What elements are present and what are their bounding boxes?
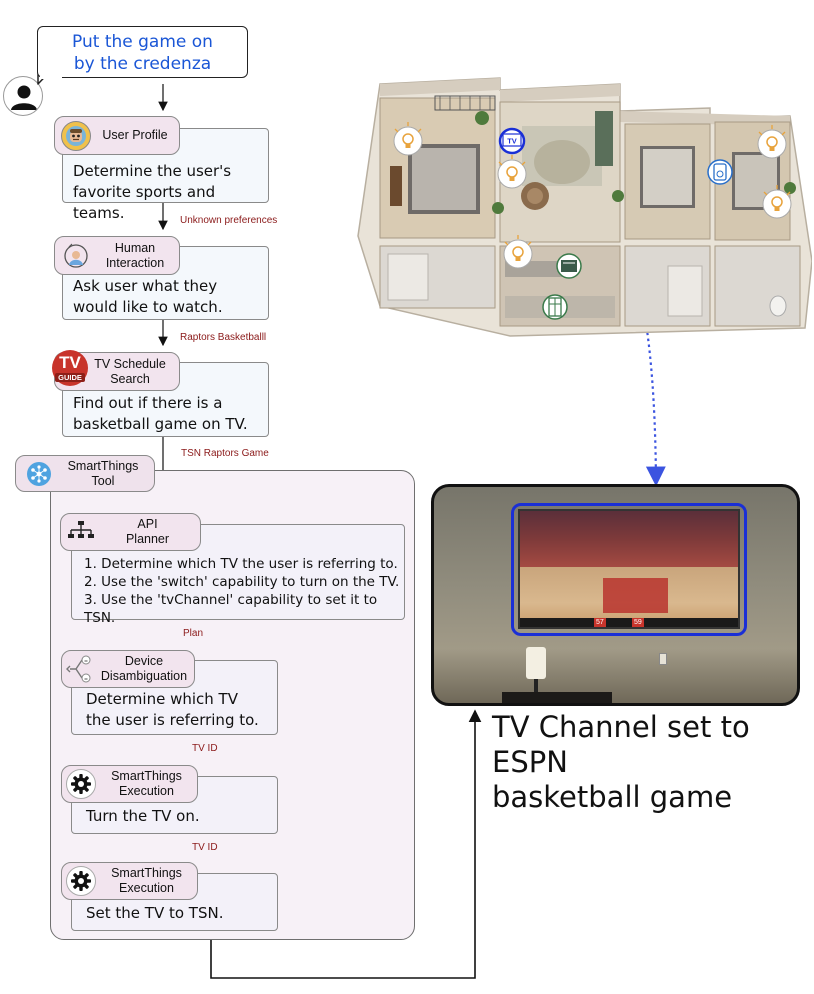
tv-schedule-label-1: TV Schedule [94,356,166,371]
wall-outlet [659,653,667,665]
edge-label-unknown-preferences: Unknown preferences [180,215,278,226]
human-interaction-icon [61,241,91,271]
execution-1-tool-pill: SmartThings Execution [61,765,198,803]
execution-2-description: Set the TV to TSN. [86,904,224,922]
human-interaction-label-2: Interaction [105,255,165,270]
execution-1-label-2: Execution [119,784,174,798]
lamp-base [534,679,538,693]
tv-guide-logo: TV GUIDE [52,350,88,386]
execution-2-tool-pill: SmartThings Execution [61,862,198,900]
human-interaction-description: Ask user what they would like to watch. [73,277,223,316]
execution-1-description: Turn the TV on. [86,807,200,825]
oven-icon [556,253,582,279]
result-caption: TV Channel set to ESPN basketball game [492,710,812,815]
tv-schedule-description: Find out if there is a basketball game o… [73,394,248,433]
plan-step: 3. Use the 'tvChannel' capability to set… [84,592,378,626]
api-planner-tool-pill: API Planner [60,513,201,551]
apartment-floorplan: TV [357,77,812,337]
smartthings-tool-label-1: SmartThings [67,458,139,473]
user-profile-tool-pill: User Profile [54,116,180,155]
execution-2-label-2: Execution [119,881,174,895]
api-planner-plan-list: 1. Determine which TV the user is referr… [84,555,404,627]
user-request-line1: Put the game on [72,32,213,52]
tv-highlight [511,503,747,636]
api-planner-label-2: Planner [125,532,170,546]
gear-icon [66,769,96,799]
user-profile-tool-label: User Profile [102,128,168,142]
plan-step: 1. Determine which TV the user is referr… [84,556,398,572]
tv-guide-logo-tv: TV [59,353,81,372]
plan-step: 2. Use the 'switch' capability to turn o… [84,574,400,590]
human-interaction-label-1: Human [114,240,156,255]
edge-label-tv-id-2: TV ID [192,842,218,853]
device-disambiguation-label-1: Device [124,654,164,668]
device-disambiguation-tool-pill: Device Disambiguation [61,650,195,688]
speaker-icon [707,159,733,185]
device-disambiguation-description: Determine which TV the user is referring… [86,690,259,729]
tv-photo: 57 59 [431,484,800,706]
execution-1-label-1: SmartThings [111,769,182,783]
api-planner-label-1: API [137,517,158,531]
bubble-tail-mask [40,76,62,79]
human-interaction-tool-pill: Human Interaction [54,236,180,275]
edge-label-tsn-raptors-game: TSN Raptors Game [181,448,269,459]
edge-label-tv-id-1: TV ID [192,743,218,754]
user-request-bubble: Put the game on by the credenza [37,26,248,78]
smartthings-tool-label-2: Tool [91,473,115,488]
disambiguation-icon [66,654,94,684]
result-caption-line1: TV Channel set to ESPN [492,710,750,779]
edge-label-plan: Plan [183,628,204,639]
tv-marker-label: TV [507,137,517,146]
user-request-line2: by the credenza [73,54,212,74]
result-caption-line2: basketball game [492,780,733,814]
credenza [502,692,612,703]
edge-label-raptors-basketball: Raptors Basketballl [180,332,267,343]
robot-face-icon [61,120,91,151]
execution-2-label-1: SmartThings [111,866,182,880]
lamp-shade [526,647,546,679]
gear-icon [66,866,96,896]
tv-guide-logo-guide: GUIDE [55,373,85,382]
smartthings-tool-pill: SmartThings Tool [15,455,155,492]
device-disambiguation-label-2: Disambiguation [100,669,188,683]
tv-schedule-label-2: Search [110,371,150,386]
hierarchy-icon [67,519,95,545]
fridge-icon [542,294,568,320]
smartthings-network-icon [26,461,52,487]
